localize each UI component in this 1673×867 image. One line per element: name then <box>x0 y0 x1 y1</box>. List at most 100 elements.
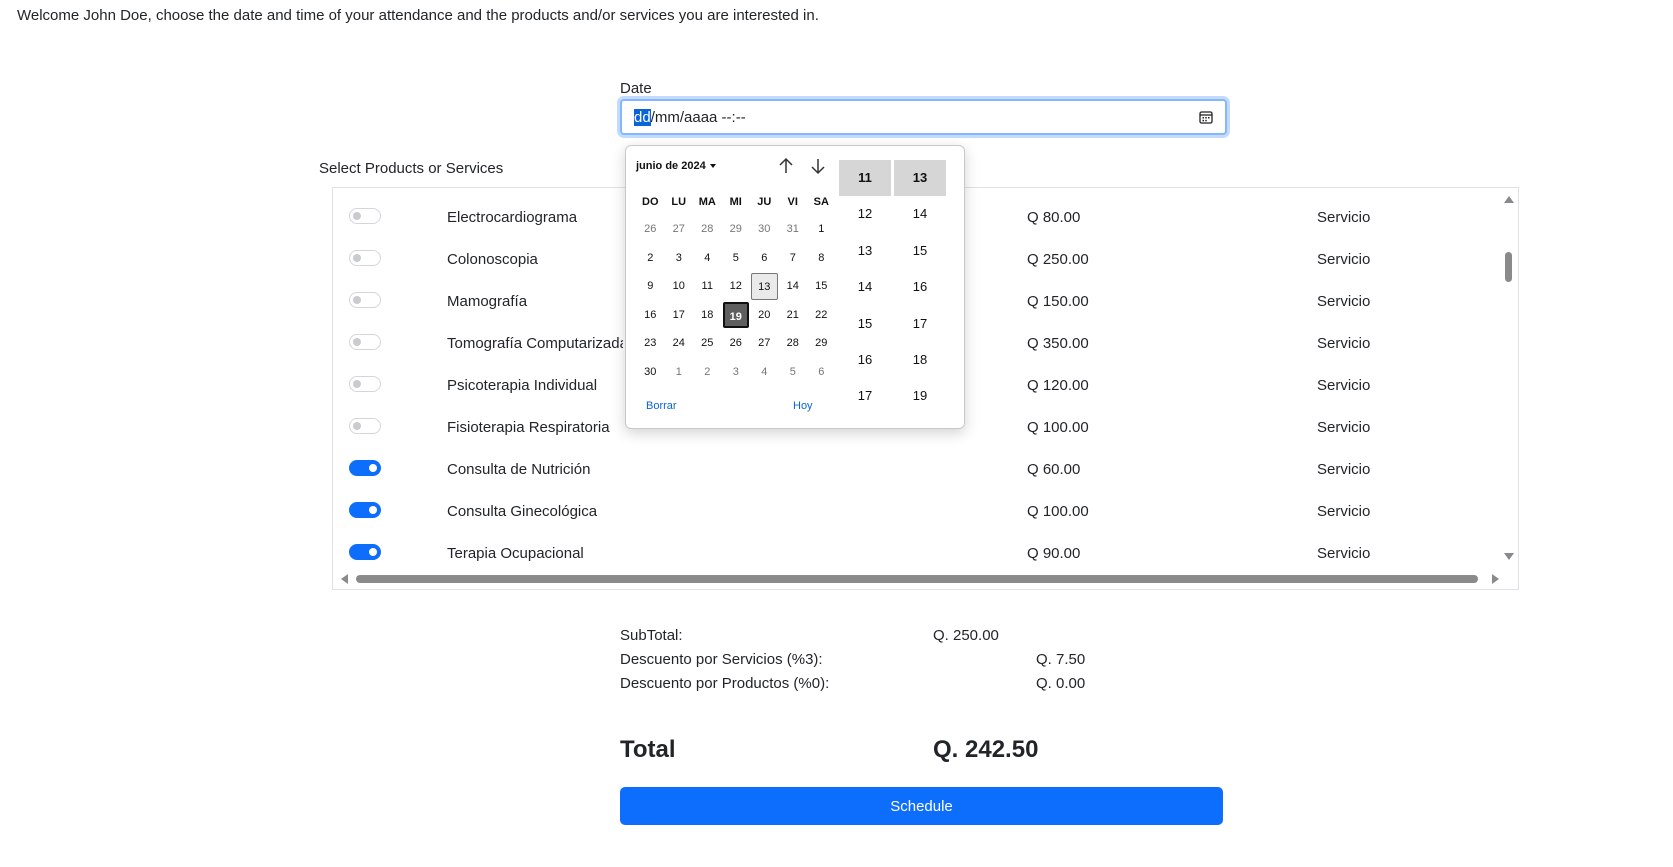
hour-option[interactable]: 14 <box>839 269 891 305</box>
minute-column[interactable]: 13 14 15 16 17 18 19 <box>894 160 946 415</box>
horizontal-scroll-thumb[interactable] <box>356 575 1478 583</box>
product-toggle[interactable] <box>349 376 381 392</box>
product-toggle[interactable] <box>349 502 381 518</box>
product-toggle[interactable] <box>349 334 381 350</box>
calendar-day[interactable]: 23 <box>637 330 664 357</box>
calendar-day[interactable]: 26 <box>637 216 664 243</box>
horizontal-scrollbar[interactable] <box>333 569 1499 589</box>
hour-option[interactable]: 15 <box>839 306 891 342</box>
calendar-day[interactable]: 1 <box>808 216 835 243</box>
calendar-day[interactable]: 24 <box>666 330 693 357</box>
hour-option[interactable]: 12 <box>839 196 891 232</box>
calendar-day[interactable]: 31 <box>780 216 807 243</box>
date-day-segment[interactable]: dd <box>634 109 651 126</box>
subtotal-value: Q. 250.00 <box>933 627 999 644</box>
product-price: Q 150.00 <box>1027 293 1089 310</box>
scroll-up-icon[interactable] <box>1504 196 1514 203</box>
hour-column[interactable]: 11 12 13 14 15 16 17 <box>839 160 891 415</box>
calendar-icon[interactable] <box>1199 110 1213 124</box>
today-button[interactable]: Hoy <box>793 400 813 412</box>
calendar-day[interactable]: 20 <box>751 302 778 329</box>
calendar-day[interactable]: 1 <box>666 359 693 386</box>
calendar-day[interactable]: 6 <box>751 245 778 272</box>
calendar-day[interactable]: 5 <box>780 359 807 386</box>
calendar-day[interactable]: 22 <box>808 302 835 329</box>
hour-option[interactable]: 11 <box>839 160 891 197</box>
calendar-day-today[interactable]: 13 <box>751 273 778 300</box>
calendar-day-selected[interactable]: 19 <box>722 301 749 328</box>
calendar-day[interactable]: 11 <box>694 273 721 300</box>
hour-option[interactable]: 13 <box>839 233 891 269</box>
datetime-picker-popup: junio de 2024 DO LU MA MI JU VI SA 26 27 28 29 30 3… <box>625 145 965 429</box>
calendar-day[interactable]: 3 <box>723 359 750 386</box>
calendar-day[interactable]: 8 <box>808 245 835 272</box>
next-month-arrow-icon[interactable] <box>808 156 828 176</box>
weekday-header: MI <box>729 196 742 208</box>
product-toggle[interactable] <box>349 292 381 308</box>
calendar-day[interactable]: 30 <box>637 359 664 386</box>
minute-option[interactable]: 17 <box>894 306 946 342</box>
weekday-header: VI <box>787 196 798 208</box>
product-toggle[interactable] <box>349 418 381 434</box>
calendar-day[interactable]: 9 <box>637 273 664 300</box>
product-toggle[interactable] <box>349 208 381 224</box>
total-value: Q. 242.50 <box>933 736 1039 763</box>
calendar-day[interactable]: 26 <box>723 330 750 357</box>
minute-option[interactable]: 15 <box>894 233 946 269</box>
hour-option[interactable]: 17 <box>839 378 891 414</box>
calendar-day[interactable]: 2 <box>637 245 664 272</box>
product-toggle[interactable] <box>349 544 381 560</box>
calendar-day[interactable]: 16 <box>637 302 664 329</box>
date-input[interactable]: dd/mm/aaaa --:-- <box>620 99 1227 135</box>
hour-option[interactable]: 16 <box>839 342 891 378</box>
calendar-day[interactable]: 10 <box>666 273 693 300</box>
minute-option[interactable]: 18 <box>894 342 946 378</box>
calendar-day[interactable]: 29 <box>723 216 750 243</box>
weekday-header: DO <box>642 196 659 208</box>
product-name: Electrocardiograma <box>447 209 578 226</box>
date-input-value[interactable]: dd/mm/aaaa --:-- <box>634 109 746 126</box>
calendar-day[interactable]: 21 <box>780 302 807 329</box>
product-name: Mamografía <box>447 293 528 310</box>
calendar-day[interactable]: 15 <box>808 273 835 300</box>
scroll-right-icon[interactable] <box>1492 574 1499 584</box>
calendar-day[interactable]: 5 <box>723 245 750 272</box>
calendar-day[interactable]: 14 <box>780 273 807 300</box>
calendar-day[interactable]: 17 <box>666 302 693 329</box>
vertical-scrollbar[interactable] <box>1501 188 1515 568</box>
previous-month-arrow-icon[interactable] <box>776 156 796 176</box>
date-rest-segment[interactable]: /mm/aaaa --:-- <box>651 109 746 126</box>
calendar-day[interactable]: 3 <box>666 245 693 272</box>
calendar-day[interactable]: 12 <box>723 273 750 300</box>
calendar-day[interactable]: 4 <box>751 359 778 386</box>
scroll-left-icon[interactable] <box>341 574 348 584</box>
scroll-down-icon[interactable] <box>1504 553 1514 560</box>
schedule-button[interactable]: Schedule <box>620 787 1223 825</box>
minute-option[interactable]: 19 <box>894 378 946 414</box>
product-toggle[interactable] <box>349 250 381 266</box>
product-type: Servicio <box>1317 209 1371 226</box>
weekday-header: LU <box>671 196 687 208</box>
calendar-day[interactable]: 18 <box>694 302 721 329</box>
calendar-day[interactable]: 28 <box>780 330 807 357</box>
calendar-day[interactable]: 25 <box>694 330 721 357</box>
month-year-selector[interactable]: junio de 2024 <box>636 160 716 172</box>
product-type: Servicio <box>1317 503 1371 520</box>
product-toggle[interactable] <box>349 460 381 476</box>
calendar-day[interactable]: 2 <box>694 359 721 386</box>
calendar-day[interactable]: 30 <box>751 216 778 243</box>
calendar-day[interactable]: 29 <box>808 330 835 357</box>
clear-button[interactable]: Borrar <box>646 400 677 412</box>
calendar-day[interactable]: 27 <box>751 330 778 357</box>
weekday-header: SA <box>813 196 829 208</box>
product-price: Q 80.00 <box>1027 209 1081 226</box>
minute-option[interactable]: 14 <box>894 196 946 232</box>
minute-option[interactable]: 13 <box>894 160 946 197</box>
calendar-day[interactable]: 27 <box>666 216 693 243</box>
calendar-day[interactable]: 28 <box>694 216 721 243</box>
minute-option[interactable]: 16 <box>894 269 946 305</box>
calendar-day[interactable]: 7 <box>780 245 807 272</box>
calendar-day[interactable]: 4 <box>694 245 721 272</box>
vertical-scroll-thumb[interactable] <box>1505 252 1512 282</box>
calendar-day[interactable]: 6 <box>808 359 835 386</box>
